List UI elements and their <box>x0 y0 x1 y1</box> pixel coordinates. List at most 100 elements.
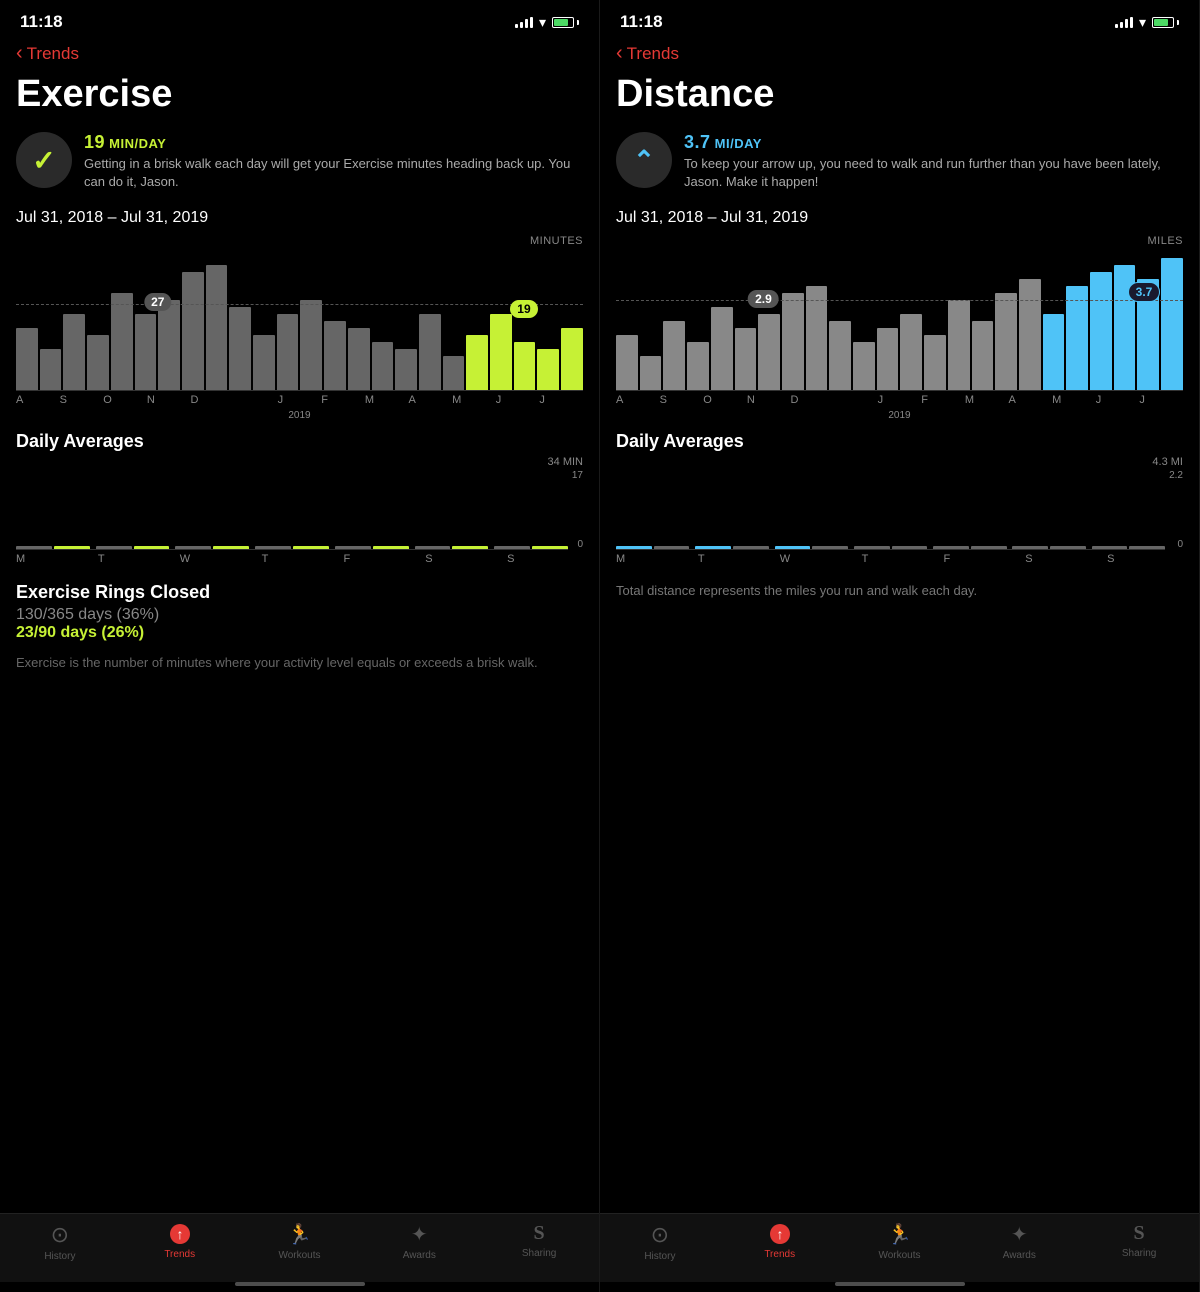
metric-icon-right: ⌃ <box>616 132 672 188</box>
trends-icon-left: ↑ <box>168 1222 192 1246</box>
month-labels-left: A S O N D J F M A M J J <box>16 391 583 409</box>
tab-trends-label-right: Trends <box>764 1249 795 1260</box>
stats-gray-left: 130/365 days (36%) <box>16 606 583 624</box>
day-labels-right: M T W T F S S <box>616 550 1183 568</box>
wifi-icon-right: ▾ <box>1139 14 1146 31</box>
info-text-left: 19 MIN/DAY Getting in a brisk walk each … <box>84 132 583 191</box>
year-label-left: 2019 <box>16 410 583 421</box>
main-chart-right: MILES 2.9 3.7 <box>600 231 1199 421</box>
awards-icon-right: ✦ <box>1011 1222 1028 1247</box>
daily-avg-title-left: Daily Averages <box>0 421 599 456</box>
metric-desc-left: Getting in a brisk walk each day will ge… <box>84 155 583 191</box>
back-label-right: Trends <box>627 44 679 64</box>
signal-bars-left <box>515 17 533 28</box>
tab-bar-left: ⊙ History ↑ Trends 🏃 Workouts ✦ Awards S… <box>0 1213 599 1282</box>
bars-row-left <box>16 251 583 390</box>
chart-label-left: MINUTES <box>16 235 583 247</box>
metric-value-right: 3.7 MI/DAY <box>684 132 1183 153</box>
tab-history-label-right: History <box>644 1251 675 1262</box>
metric-value-left: 19 MIN/DAY <box>84 132 583 153</box>
tab-workouts-right[interactable]: 🏃 Workouts <box>840 1222 960 1262</box>
avg-chart-right: 4.3 MI <box>600 456 1199 572</box>
svg-text:↑: ↑ <box>176 1226 183 1242</box>
tab-history-label-left: History <box>44 1251 75 1262</box>
back-chevron-right: ‹ <box>616 42 623 65</box>
back-label-left: Trends <box>27 44 79 64</box>
bar-chart-main-right: 2.9 3.7 <box>616 251 1183 391</box>
status-time-left: 11:18 <box>20 12 63 32</box>
avg-bars-right <box>616 470 1165 550</box>
check-icon: ✓ <box>32 144 55 177</box>
back-chevron-left: ‹ <box>16 42 23 65</box>
page-title-left: Exercise <box>0 71 599 126</box>
tab-sharing-right[interactable]: S Sharing <box>1079 1222 1199 1262</box>
dotted-line-right <box>616 300 1183 301</box>
daily-avg-title-right: Daily Averages <box>600 421 1199 456</box>
battery-right <box>1152 17 1179 28</box>
avg-chart-left: 34 MIN <box>0 456 599 572</box>
battery-left <box>552 17 579 28</box>
history-icon-right: ⊙ <box>651 1222 669 1248</box>
workouts-icon-right: 🏃 <box>887 1222 912 1247</box>
stats-section-left: Exercise Rings Closed 130/365 days (36%)… <box>0 572 599 648</box>
home-indicator-right <box>835 1282 965 1286</box>
metric-icon-left: ✓ <box>16 132 72 188</box>
avg-bars-left <box>16 470 568 550</box>
tab-workouts-label-right: Workouts <box>878 1250 920 1261</box>
footnote-right: Total distance represents the miles you … <box>600 572 1199 606</box>
tab-awards-label-left: Awards <box>403 1250 436 1261</box>
home-indicator-left <box>235 1282 365 1286</box>
date-range-left: Jul 31, 2018 – Jul 31, 2019 <box>0 203 599 231</box>
bar-chart-main-left: 27 19 <box>16 251 583 391</box>
date-range-right: Jul 31, 2018 – Jul 31, 2019 <box>600 203 1199 231</box>
tab-history-right[interactable]: ⊙ History <box>600 1222 720 1262</box>
avg-label-right: 4.3 MI <box>616 456 1183 468</box>
info-card-right: ⌃ 3.7 MI/DAY To keep your arrow up, you … <box>600 126 1199 203</box>
tab-bar-right: ⊙ History ↑ Trends 🏃 Workouts ✦ Awards S… <box>600 1213 1199 1282</box>
history-icon-left: ⊙ <box>51 1222 69 1248</box>
tab-trends-label-left: Trends <box>164 1249 195 1260</box>
workouts-icon-left: 🏃 <box>287 1222 312 1247</box>
badge-27: 27 <box>144 293 171 311</box>
tab-trends-right[interactable]: ↑ Trends <box>720 1222 840 1262</box>
sharing-icon-right: S <box>1134 1222 1145 1245</box>
status-icons-right: ▾ <box>1115 14 1179 31</box>
dotted-line-left <box>16 304 583 305</box>
awards-icon-left: ✦ <box>411 1222 428 1247</box>
status-time-right: 11:18 <box>620 12 663 32</box>
tab-awards-label-right: Awards <box>1003 1250 1036 1261</box>
sharing-icon-left: S <box>534 1222 545 1245</box>
status-bar-right: 11:18 ▾ <box>600 0 1199 38</box>
status-icons-left: ▾ <box>515 14 579 31</box>
exercise-panel: 11:18 ▾ ‹ Trends Exercise ✓ <box>0 0 600 1292</box>
stats-title-left: Exercise Rings Closed <box>16 582 583 603</box>
tab-awards-right[interactable]: ✦ Awards <box>959 1222 1079 1262</box>
back-nav-left[interactable]: ‹ Trends <box>0 38 599 71</box>
chevron-up-icon: ⌃ <box>633 145 655 176</box>
page-title-right: Distance <box>600 71 1199 126</box>
badge-2-9: 2.9 <box>748 290 779 308</box>
main-chart-left: MINUTES 27 19 <box>0 231 599 421</box>
chart-label-right: MILES <box>616 235 1183 247</box>
avg-label-left: 34 MIN <box>16 456 583 468</box>
info-text-right: 3.7 MI/DAY To keep your arrow up, you ne… <box>684 132 1183 191</box>
wifi-icon-left: ▾ <box>539 14 546 31</box>
tab-workouts-label-left: Workouts <box>278 1250 320 1261</box>
day-labels-left: M T W T F S S <box>16 550 583 568</box>
distance-panel: 11:18 ▾ ‹ Trends Distance ⌃ <box>600 0 1200 1292</box>
tab-sharing-label-left: Sharing <box>522 1248 556 1259</box>
tab-workouts-left[interactable]: 🏃 Workouts <box>240 1222 360 1262</box>
tab-awards-left[interactable]: ✦ Awards <box>359 1222 479 1262</box>
badge-19: 19 <box>510 300 537 318</box>
tab-history-left[interactable]: ⊙ History <box>0 1222 120 1262</box>
year-label-right: 2019 <box>616 410 1183 421</box>
tab-sharing-left[interactable]: S Sharing <box>479 1222 599 1262</box>
tab-sharing-label-right: Sharing <box>1122 1248 1156 1259</box>
tab-trends-left[interactable]: ↑ Trends <box>120 1222 240 1262</box>
footnote-left: Exercise is the number of minutes where … <box>0 648 599 678</box>
badge-3-7: 3.7 <box>1128 282 1161 302</box>
stats-green-left: 23/90 days (26%) <box>16 624 583 642</box>
trends-icon-right: ↑ <box>768 1222 792 1246</box>
back-nav-right[interactable]: ‹ Trends <box>600 38 1199 71</box>
signal-bars-right <box>1115 17 1133 28</box>
